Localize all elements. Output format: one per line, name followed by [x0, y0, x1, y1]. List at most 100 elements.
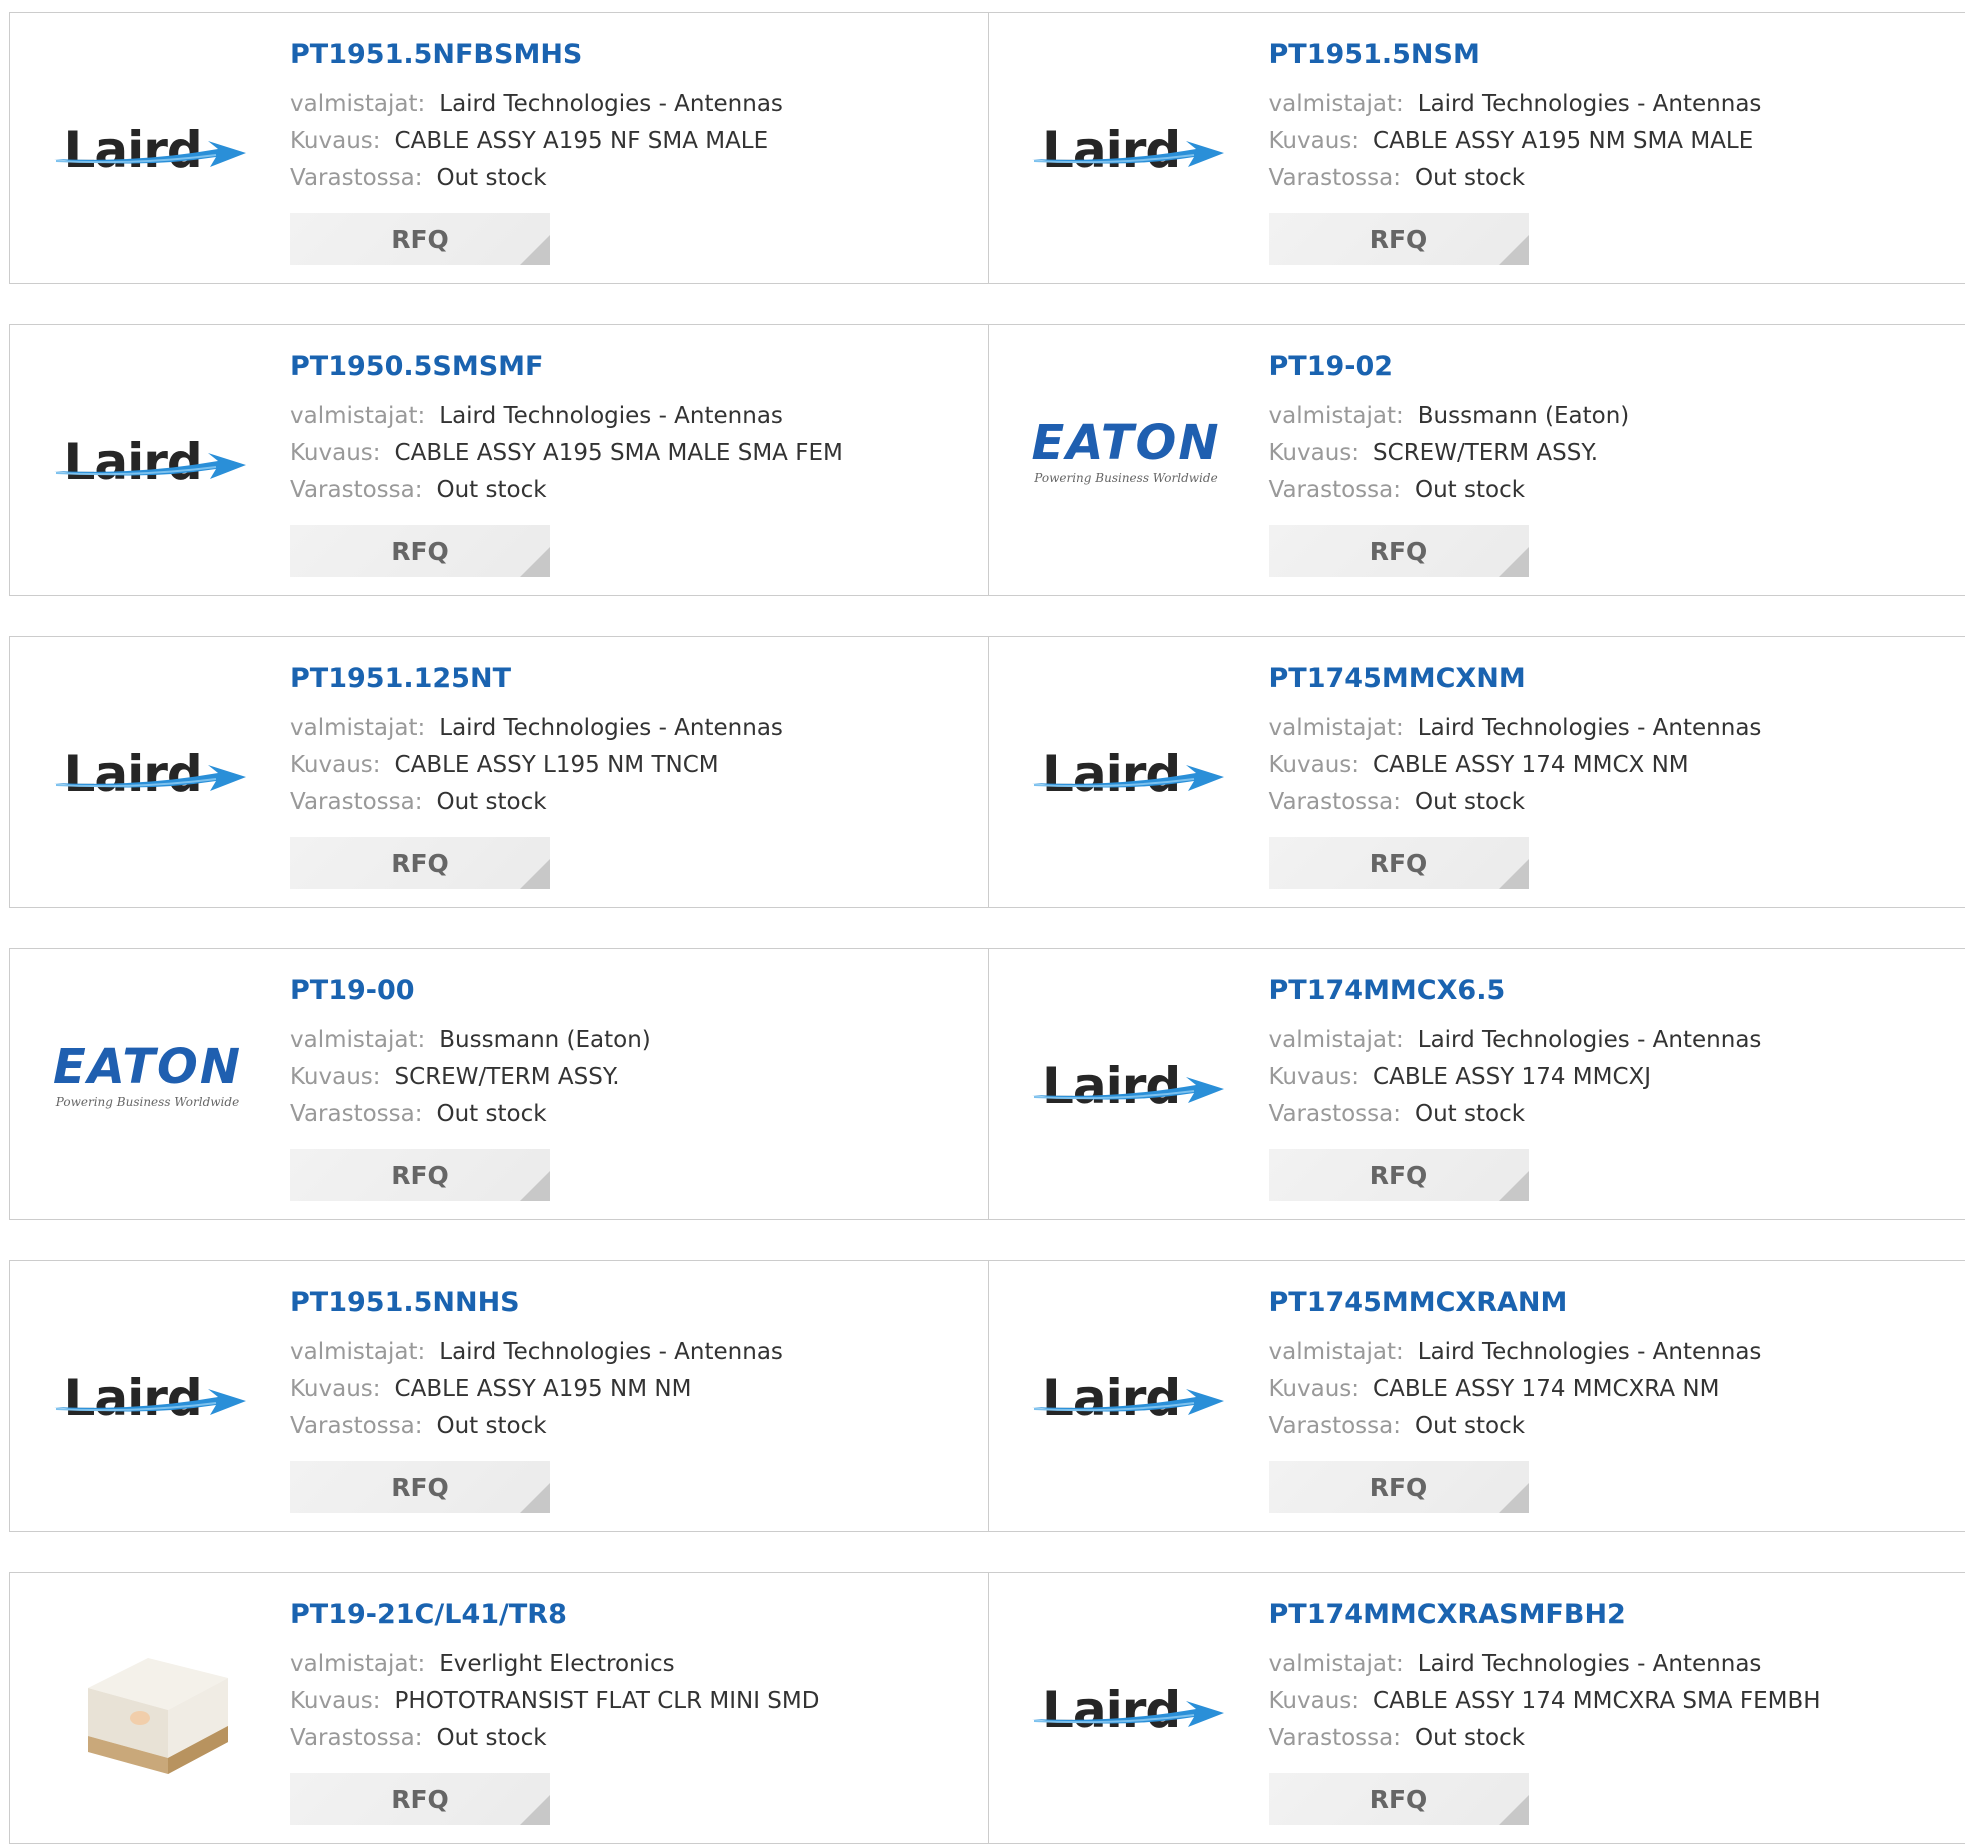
rfq-button[interactable]: RFQ — [1269, 1461, 1529, 1513]
stock-line: Varastossa:Out stock — [1269, 1720, 1821, 1757]
stock-line: Varastossa:Out stock — [1269, 784, 1762, 821]
rfq-button[interactable]: RFQ — [1269, 1773, 1529, 1825]
manufacturer-label: valmistajat: — [290, 715, 425, 741]
stock-line: Varastossa:Out stock — [290, 1720, 819, 1757]
product-image[interactable]: Laird — [40, 1321, 255, 1451]
part-number-link[interactable]: PT19-21C/L41/TR8 — [290, 1601, 567, 1628]
rfq-button[interactable]: RFQ — [290, 525, 550, 577]
product-info: PT1950.5SMSMFvalmistajat:Laird Technolog… — [290, 353, 843, 509]
description-line: Kuvaus:PHOTOTRANSIST FLAT CLR MINI SMD — [290, 1683, 819, 1720]
laird-swoosh-icon — [1026, 717, 1226, 807]
product-image[interactable]: Laird — [1019, 1009, 1234, 1139]
description-label: Kuvaus: — [1269, 1376, 1360, 1402]
rfq-button[interactable]: RFQ — [290, 1149, 550, 1201]
manufacturer-value: Laird Technologies - Antennas — [1418, 715, 1762, 741]
product-row: Laird PT1951.125NT valmistajat: Laird Tech… — [9, 636, 1965, 908]
manufacturer-value: Laird Technologies - Antennas — [439, 403, 783, 429]
smd-component-image — [48, 1618, 248, 1778]
description-line: Kuvaus:CABLE ASSY A195 NM SMA MALE — [1269, 123, 1762, 160]
product-card: Laird PT1951.125NT valmistajat: Laird Tech… — [10, 637, 988, 907]
manufacturer-value: Laird Technologies - Antennas — [1418, 1339, 1762, 1365]
stock-value: Out stock — [1415, 1413, 1525, 1439]
product-card: Laird PT174MMCXRASMFBH2valmistajat:Laird… — [988, 1573, 1965, 1843]
rfq-button[interactable]: RFQ — [290, 837, 550, 889]
product-image[interactable]: Laird — [40, 73, 255, 203]
part-number-link[interactable]: PT1745MMCXRANM — [1269, 1289, 1568, 1316]
description-line: Kuvaus:CABLE ASSY 174 MMCX NM — [1269, 747, 1762, 784]
manufacturer-label: valmistajat: — [1269, 1339, 1404, 1365]
stock-line: Varastossa:Out stock — [1269, 1096, 1762, 1133]
manufacturer-value: Bussmann (Eaton) — [1418, 403, 1630, 429]
product-image[interactable]: Laird — [1019, 73, 1234, 203]
stock-label: Varastossa: — [1269, 1413, 1401, 1439]
laird-swoosh-icon — [1026, 1341, 1226, 1431]
description-value: CABLE ASSY A195 SMA MALE SMA FEM — [395, 440, 843, 466]
stock-line: Varastossa: Out stock — [1269, 472, 1630, 509]
product-image[interactable] — [40, 1633, 255, 1763]
description-value: CABLE ASSY 174 MMCX NM — [1373, 752, 1689, 778]
eaton-logo-text: EATON — [1024, 415, 1229, 471]
rfq-button[interactable]: RFQ — [1269, 837, 1529, 889]
description-label: Kuvaus: — [1269, 440, 1360, 466]
description-value: CABLE ASSY 174 MMCXRA NM — [1373, 1376, 1719, 1402]
part-number-link[interactable]: PT1951.5NFBSMHS — [290, 41, 582, 68]
laird-logo: Laird — [1026, 1653, 1226, 1743]
part-number-link[interactable]: PT1951.5NNHS — [290, 1289, 520, 1316]
part-number-link[interactable]: PT174MMCX6.5 — [1269, 977, 1506, 1004]
product-image[interactable]: Laird — [40, 697, 255, 827]
manufacturer-label: valmistajat: — [1269, 1027, 1404, 1053]
product-image[interactable]: EATON Powering Business Worldwide — [40, 1009, 255, 1139]
rfq-button[interactable]: RFQ — [290, 1461, 550, 1513]
product-image[interactable]: Laird — [1019, 1633, 1234, 1763]
part-number-link[interactable]: PT19-02 — [1269, 353, 1394, 380]
manufacturer-label: valmistajat: — [290, 1339, 425, 1365]
manufacturer-line: valmistajat:Bussmann (Eaton) — [1269, 398, 1630, 435]
manufacturer-line: valmistajat:Laird Technologies - Antenna… — [290, 86, 783, 123]
rfq-button[interactable]: RFQ — [1269, 525, 1529, 577]
manufacturer-label: valmistajat: — [1269, 1651, 1404, 1677]
description-value: SCREW/TERM ASSY. — [395, 1064, 620, 1090]
stock-value: Out stock — [436, 789, 546, 815]
product-card: Laird PT1951.5NNHSvalmistajat:Laird Tech… — [10, 1261, 988, 1531]
stock-value: Out stock — [436, 165, 546, 191]
stock-label: Varastossa: — [290, 1413, 422, 1439]
product-info: PT174MMCX6.5valmistajat:Laird Technologi… — [1269, 977, 1762, 1133]
rfq-button[interactable]: RFQ — [290, 213, 550, 265]
laird-swoosh-icon — [48, 93, 248, 183]
stock-value: Out stock — [1415, 477, 1525, 503]
part-number-link[interactable]: PT174MMCXRASMFBH2 — [1269, 1601, 1626, 1628]
product-row: EATON Powering Business Worldwide PT19-0… — [9, 948, 1965, 1220]
stock-label: Varastossa: — [1269, 477, 1401, 503]
rfq-button[interactable]: RFQ — [1269, 1149, 1529, 1201]
manufacturer-line: valmistajat: Laird Technologies - Antenna… — [290, 710, 783, 747]
laird-logo: Laird — [1026, 717, 1226, 807]
product-info: PT19-00valmistajat:Bussmann (Eaton)Kuvau… — [290, 977, 651, 1133]
rfq-button[interactable]: RFQ — [290, 1773, 550, 1825]
stock-line: Varastossa:Out stock — [290, 472, 843, 509]
laird-swoosh-icon — [48, 1341, 248, 1431]
part-number-link[interactable]: PT19-00 — [290, 977, 415, 1004]
product-image[interactable]: Laird — [1019, 697, 1234, 827]
laird-logo: Laird — [48, 717, 248, 807]
manufacturer-label: valmistajat: — [290, 1651, 425, 1677]
laird-swoosh-icon — [48, 717, 248, 807]
manufacturer-value: Bussmann (Eaton) — [439, 1027, 651, 1053]
rfq-button[interactable]: RFQ — [1269, 213, 1529, 265]
part-number-link[interactable]: PT1951.5NSM — [1269, 41, 1480, 68]
manufacturer-value: Laird Technologies - Antennas — [439, 715, 783, 741]
product-row: PT19-21C/L41/TR8 valmistajat: Everlight El… — [9, 1572, 1965, 1844]
laird-swoosh-icon — [48, 405, 248, 495]
description-value: CABLE ASSY A195 NM NM — [395, 1376, 692, 1402]
product-image[interactable]: Laird — [40, 385, 255, 515]
manufacturer-value: Laird Technologies - Antennas — [439, 91, 783, 117]
part-number-link[interactable]: PT1951.125NT — [290, 665, 511, 692]
description-line: Kuvaus:SCREW/TERM ASSY. — [1269, 435, 1630, 472]
stock-label: Varastossa: — [1269, 1101, 1401, 1127]
manufacturer-value: Everlight Electronics — [439, 1651, 674, 1677]
laird-logo: Laird — [48, 405, 248, 495]
stock-value: Out stock — [1415, 165, 1525, 191]
part-number-link[interactable]: PT1950.5SMSMF — [290, 353, 543, 380]
product-image[interactable]: EATON Powering Business Worldwide — [1019, 385, 1234, 515]
part-number-link[interactable]: PT1745MMCXNM — [1269, 665, 1526, 692]
product-image[interactable]: Laird — [1019, 1321, 1234, 1451]
